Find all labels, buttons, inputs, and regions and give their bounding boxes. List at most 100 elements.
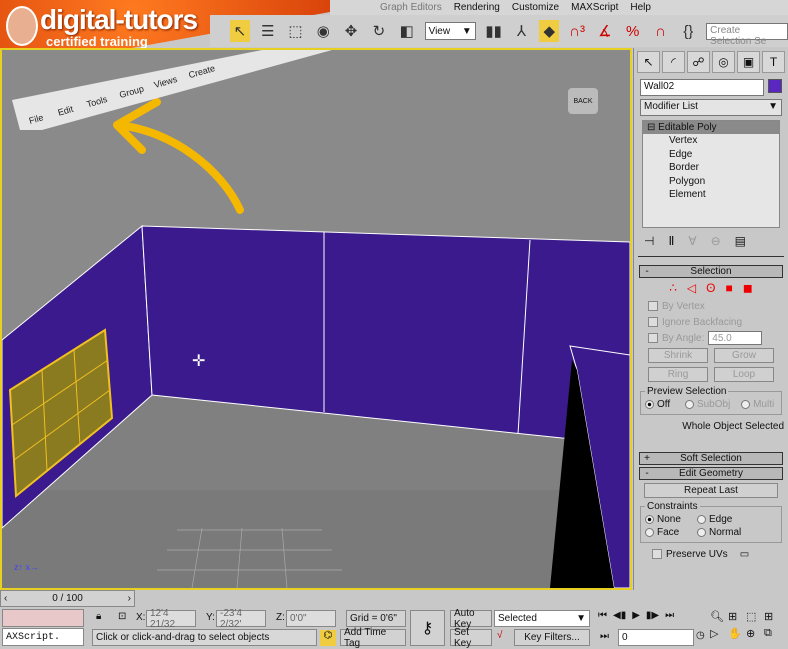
modify-icon[interactable]: ◜ xyxy=(662,51,685,73)
auto-key-button[interactable]: Auto Key xyxy=(450,608,492,630)
shrink-button[interactable]: Shrink xyxy=(648,348,708,363)
tangent-icon[interactable]: √ xyxy=(497,630,503,641)
window-crossing-icon[interactable]: ◉ xyxy=(313,20,333,42)
make-unique-icon[interactable]: ∀ xyxy=(688,234,696,248)
menu-rendering[interactable]: Rendering xyxy=(454,2,500,13)
isolate-icon[interactable]: ⌬ xyxy=(320,630,336,646)
lock-icon[interactable]: 🔒︎ xyxy=(96,611,101,622)
edit-geometry-rollout-header[interactable]: - Edit Geometry xyxy=(639,467,783,480)
stack-item-editable-poly[interactable]: ⊟ Editable Poly xyxy=(643,121,779,134)
ring-button[interactable]: Ring xyxy=(648,367,708,382)
menu-graph-editors[interactable]: Graph Editors xyxy=(380,2,442,13)
y-coordinate[interactable]: -23'4 2/32' xyxy=(216,608,266,630)
next-frame-icon[interactable]: › xyxy=(128,593,131,604)
maxscript-listener-pink[interactable] xyxy=(2,609,84,627)
menu-help[interactable]: Help xyxy=(630,2,651,13)
polygon-icon[interactable]: ■ xyxy=(726,281,733,295)
remove-modifier-icon[interactable]: ⊖ xyxy=(711,234,721,248)
perspective-viewport[interactable]: File Edit Tools Group Views Create ✛ z↑ … xyxy=(0,48,632,590)
key-mode-toggle-icon[interactable]: ⏭ xyxy=(600,631,609,642)
pan-icon[interactable]: ✋ xyxy=(728,627,746,640)
by-angle-checkbox[interactable]: By Angle: 45.0 xyxy=(648,330,774,346)
rect-selection-icon[interactable]: ⬚ xyxy=(286,20,306,42)
reference-coord-dropdown[interactable]: View ▼ xyxy=(424,22,476,40)
orbit-icon[interactable]: ⊕ xyxy=(746,627,764,640)
current-frame-spinner[interactable]: 0 xyxy=(618,629,694,646)
stack-item-border[interactable]: Border xyxy=(669,161,779,175)
show-end-result-icon[interactable]: Ⅱ xyxy=(668,234,674,248)
menu-customize[interactable]: Customize xyxy=(512,2,559,13)
preview-multi-radio[interactable]: Multi xyxy=(741,399,774,410)
prev-frame-icon[interactable]: ‹ xyxy=(4,593,7,604)
key-mode-dropdown[interactable]: Selected ▼ xyxy=(494,610,590,627)
time-config-icon[interactable]: ◷ xyxy=(696,630,705,641)
configure-sets-icon[interactable]: ▤ xyxy=(735,234,746,248)
constraint-edge-radio[interactable]: Edge xyxy=(697,514,732,525)
x-coordinate[interactable]: 12'4 21/32 xyxy=(146,608,196,630)
z-coordinate[interactable]: 0'0" xyxy=(286,610,336,627)
maxscript-listener[interactable]: AXScript. xyxy=(2,628,84,646)
zoom-extents-all-icon[interactable]: ⊞ xyxy=(764,610,782,623)
stack-item-polygon[interactable]: Polygon xyxy=(669,175,779,189)
element-icon[interactable]: ◼ xyxy=(743,281,753,295)
modifier-list-dropdown[interactable]: Modifier List ▼ xyxy=(640,99,782,116)
field-of-view-icon[interactable]: ▷ xyxy=(710,627,728,640)
scale-icon[interactable]: ◧ xyxy=(397,20,417,42)
ignore-backfacing-checkbox[interactable]: Ignore Backfacing xyxy=(648,314,774,330)
stack-item-vertex[interactable]: Vertex xyxy=(669,134,779,148)
key-filters-button[interactable]: Key Filters... xyxy=(514,629,590,646)
viewcube[interactable]: BACK xyxy=(568,88,598,114)
grow-button[interactable]: Grow xyxy=(714,348,774,363)
menu-maxscript[interactable]: MAXScript xyxy=(571,2,618,13)
prev-key-icon[interactable]: ◀▮ xyxy=(613,610,626,621)
stack-item-element[interactable]: Element xyxy=(669,188,779,202)
next-key-icon[interactable]: ▮▶ xyxy=(646,610,659,621)
object-name-input[interactable]: Wall02 xyxy=(640,79,764,96)
constraint-face-radio[interactable]: Face xyxy=(645,527,697,538)
settings-icon[interactable]: ▭ xyxy=(740,549,749,560)
select-icon[interactable]: ↖ xyxy=(230,20,250,42)
zoom-icon[interactable]: 🔍︎ xyxy=(710,610,728,623)
go-to-end-icon[interactable]: ⏭ xyxy=(665,610,674,621)
create-icon[interactable]: ↖ xyxy=(637,51,660,73)
stack-item-edge[interactable]: Edge xyxy=(669,148,779,162)
manipulate-icon[interactable]: ⅄ xyxy=(512,20,532,42)
constraint-normal-radio[interactable]: Normal xyxy=(697,527,741,538)
edit-named-sel-icon[interactable]: {} xyxy=(678,20,698,42)
absolute-mode-icon[interactable]: ⊡ xyxy=(118,611,126,622)
vertex-icon[interactable]: ∴ xyxy=(669,281,677,295)
move-icon[interactable]: ✥ xyxy=(341,20,361,42)
constraint-none-radio[interactable]: None xyxy=(645,514,697,525)
time-slider[interactable]: ‹ 0 / 100 › xyxy=(0,590,135,607)
angle-snap-icon[interactable]: ∡ xyxy=(595,20,615,42)
hierarchy-icon[interactable]: ☍ xyxy=(687,51,710,73)
select-by-name-icon[interactable]: ☰ xyxy=(258,20,278,42)
display-icon[interactable]: ▣ xyxy=(737,51,760,73)
preview-subobj-radio[interactable]: SubObj xyxy=(684,399,730,410)
loop-button[interactable]: Loop xyxy=(714,367,774,382)
preview-off-radio[interactable]: Off xyxy=(645,399,670,410)
snap-3d-icon[interactable]: ∩³ xyxy=(567,20,587,42)
angle-spinner[interactable]: 45.0 xyxy=(708,331,763,345)
object-color-swatch[interactable] xyxy=(768,79,782,93)
motion-icon[interactable]: ◎ xyxy=(712,51,735,73)
set-key-button[interactable]: Set Key xyxy=(450,627,492,649)
soft-selection-rollout-header[interactable]: + Soft Selection xyxy=(639,452,783,465)
play-icon[interactable]: ▶ xyxy=(632,610,640,621)
selection-rollout-header[interactable]: - Selection xyxy=(639,265,783,278)
pin-stack-icon[interactable]: ⊣ xyxy=(644,234,654,248)
key-icon[interactable]: ⚷ xyxy=(410,610,445,646)
zoom-all-icon[interactable]: ⊞ xyxy=(728,610,746,623)
rotate-icon[interactable]: ↻ xyxy=(369,20,389,42)
border-icon[interactable]: ʘ xyxy=(706,281,715,295)
spinner-snap-icon[interactable]: ∩ xyxy=(651,20,671,42)
named-selection-input[interactable]: Create Selection Se xyxy=(706,22,788,47)
percent-snap-icon[interactable]: % xyxy=(623,20,643,42)
zoom-extents-icon[interactable]: ⬚ xyxy=(746,610,764,623)
maximize-viewport-icon[interactable]: ⧉ xyxy=(764,627,782,640)
edge-icon[interactable]: ◁ xyxy=(687,281,696,295)
repeat-last-button[interactable]: Repeat Last xyxy=(644,483,778,498)
pivot-icon[interactable]: ▮▮ xyxy=(484,20,504,42)
go-to-start-icon[interactable]: ⏮ xyxy=(598,610,607,621)
utilities-icon[interactable]: T xyxy=(762,51,785,73)
